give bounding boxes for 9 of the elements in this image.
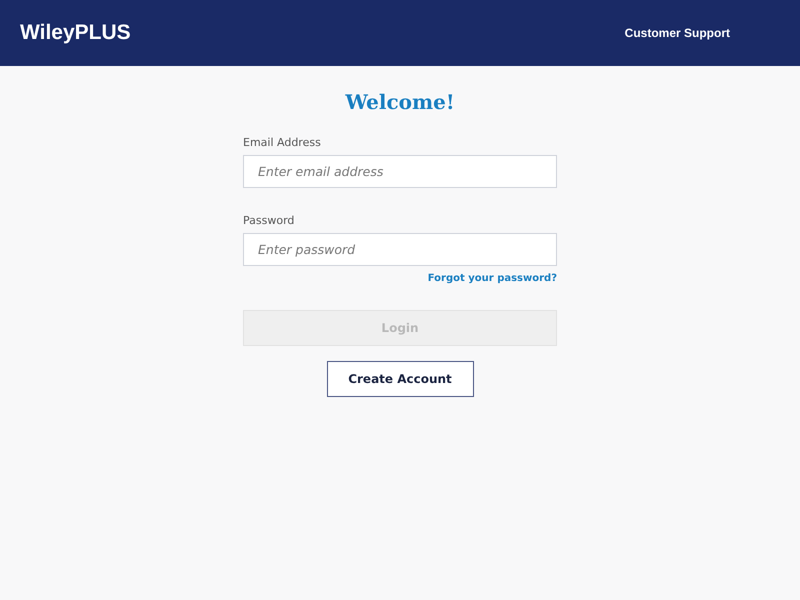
customer-support-link[interactable]: Customer Support xyxy=(624,26,730,40)
input-field[interactable]: Enter password xyxy=(243,233,557,266)
forgot-password-link[interactable]: Forgot your password? xyxy=(428,273,557,284)
create-account-button[interactable]: Create Account xyxy=(326,361,474,397)
input-field[interactable]: Enter email address xyxy=(243,155,557,188)
logo: WileyPLUS xyxy=(20,21,131,45)
welcome-title: Welcome! xyxy=(344,90,456,114)
field-label: Password xyxy=(243,214,296,227)
field-label: Email Address xyxy=(243,136,322,149)
